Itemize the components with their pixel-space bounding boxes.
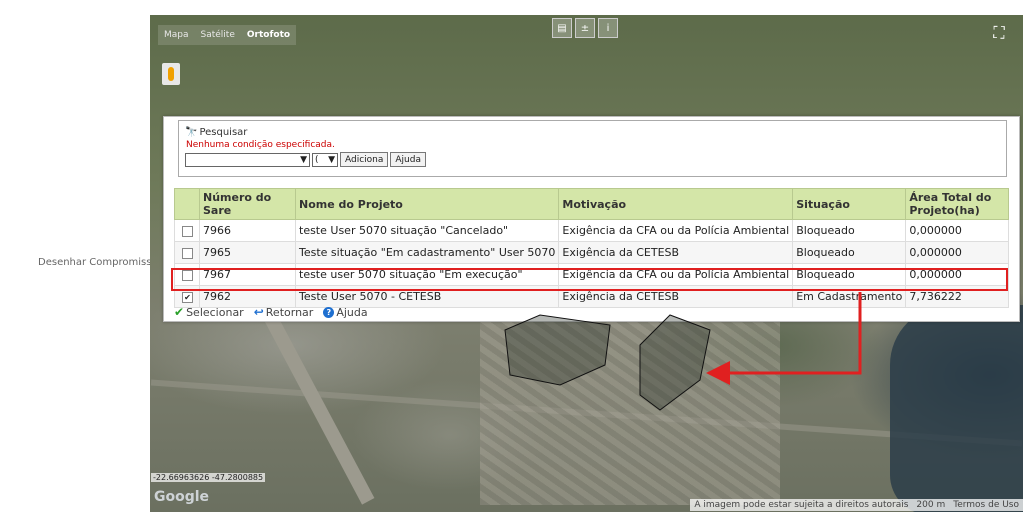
selected-row-highlight (171, 268, 1008, 291)
map-water (890, 305, 1023, 512)
map-tools: ▤ ± ⅰ (552, 18, 618, 38)
project-selection-dialog: 🔭 Pesquisar Nenhuma condição especificad… (163, 116, 1020, 322)
info-icon[interactable]: ⅰ (598, 18, 618, 38)
cell-situacao: Bloqueado (792, 241, 907, 264)
cell-motivacao: Exigência da CFA ou da Polícia Ambiental (558, 219, 794, 242)
select-column-header (174, 188, 200, 220)
chevron-down-icon: ▼ (300, 154, 307, 165)
search-error: Nenhuma condição especificada. (186, 140, 335, 150)
coordinates-readout: -22.66963626 -47.2800885 (151, 473, 266, 482)
cell-nome: teste User 5070 situação "Cancelado" (294, 219, 560, 242)
search-controls: ▼ ( ▼ Adiciona Ajuda (185, 152, 426, 167)
paren-select[interactable]: ( ▼ (312, 152, 338, 167)
column-header[interactable]: Nome do Projeto (294, 188, 560, 220)
column-header[interactable]: Motivação (558, 188, 794, 220)
field-select[interactable]: ▼ (185, 152, 310, 167)
layers-icon[interactable]: ▤ (552, 18, 572, 38)
select-label: Selecionar (186, 305, 244, 319)
binoculars-icon: 🔭 (185, 127, 198, 138)
paren-value: ( (315, 154, 319, 165)
map-type-map[interactable]: Mapa (158, 25, 195, 45)
cell-numero: 7966 (199, 219, 296, 242)
map-type-ortho[interactable]: Ortofoto (241, 25, 296, 45)
cell-area: 0,000000 (905, 241, 1009, 264)
map-type-control: Mapa Satélite Ortofoto (158, 25, 297, 45)
google-logo: Google (154, 489, 210, 505)
table-row[interactable]: 7965 Teste situação "Em cadastramento" U… (174, 241, 1009, 264)
table-row[interactable]: 7966 teste User 5070 situação "Cancelado… (174, 219, 1009, 242)
select-button[interactable]: ✔ Selecionar (174, 305, 244, 319)
row-checkbox-checked[interactable]: ✔ (182, 291, 193, 303)
dialog-footer: ✔ Selecionar ↩ Retornar ? Ajuda (174, 305, 368, 319)
help-icon: ? (323, 306, 335, 318)
search-title: 🔭 Pesquisar (185, 127, 247, 138)
cell-nome: Teste situação "Em cadastramento" User 5… (294, 241, 560, 264)
add-layer-icon[interactable]: ± (575, 18, 595, 38)
row-checkbox[interactable] (182, 225, 193, 237)
checkmark-icon: ✔ (174, 305, 185, 319)
search-title-text: Pesquisar (199, 127, 248, 138)
help-button[interactable]: ? Ajuda (323, 305, 368, 319)
map-type-satellite[interactable]: Satélite (195, 25, 241, 45)
cell-motivacao: Exigência da CETESB (558, 241, 794, 264)
table-header-row: Número do Sare Nome do Projeto Motivação… (174, 188, 1009, 220)
row-checkbox[interactable] (182, 247, 193, 259)
add-condition-button[interactable]: Adiciona (340, 152, 389, 167)
return-button[interactable]: ↩ Retornar (254, 305, 314, 319)
terms-link[interactable]: Termos de Uso (953, 500, 1019, 510)
column-header[interactable]: Área Total do Projeto(ha) (905, 188, 1009, 220)
map-attribution: A imagem pode estar sujeita a direitos a… (690, 499, 1023, 511)
column-header[interactable]: Número do Sare (199, 188, 296, 220)
fullscreen-icon[interactable]: ⛶ (989, 23, 1009, 43)
cell-numero: 7965 (199, 241, 296, 264)
row-checkbox-cell[interactable] (174, 241, 200, 264)
return-arrow-icon: ↩ (253, 305, 264, 319)
row-checkbox-cell[interactable] (174, 219, 200, 242)
chevron-down-icon: ▼ (328, 154, 335, 165)
map-urban-area (480, 315, 780, 505)
scale-label: 200 m (916, 500, 946, 510)
cell-situacao: Bloqueado (792, 219, 907, 242)
search-help-button[interactable]: Ajuda (390, 152, 426, 167)
attribution-text: A imagem pode estar sujeita a direitos a… (694, 500, 909, 510)
return-label: Retornar (265, 305, 314, 319)
search-panel: 🔭 Pesquisar Nenhuma condição especificad… (178, 120, 1007, 177)
help-label: Ajuda (336, 305, 368, 319)
column-header[interactable]: Situação (792, 188, 907, 220)
pegman-icon[interactable] (162, 63, 180, 85)
cell-area: 0,000000 (905, 219, 1009, 242)
draw-commitment-label: Desenhar Compromisso: (38, 257, 161, 268)
